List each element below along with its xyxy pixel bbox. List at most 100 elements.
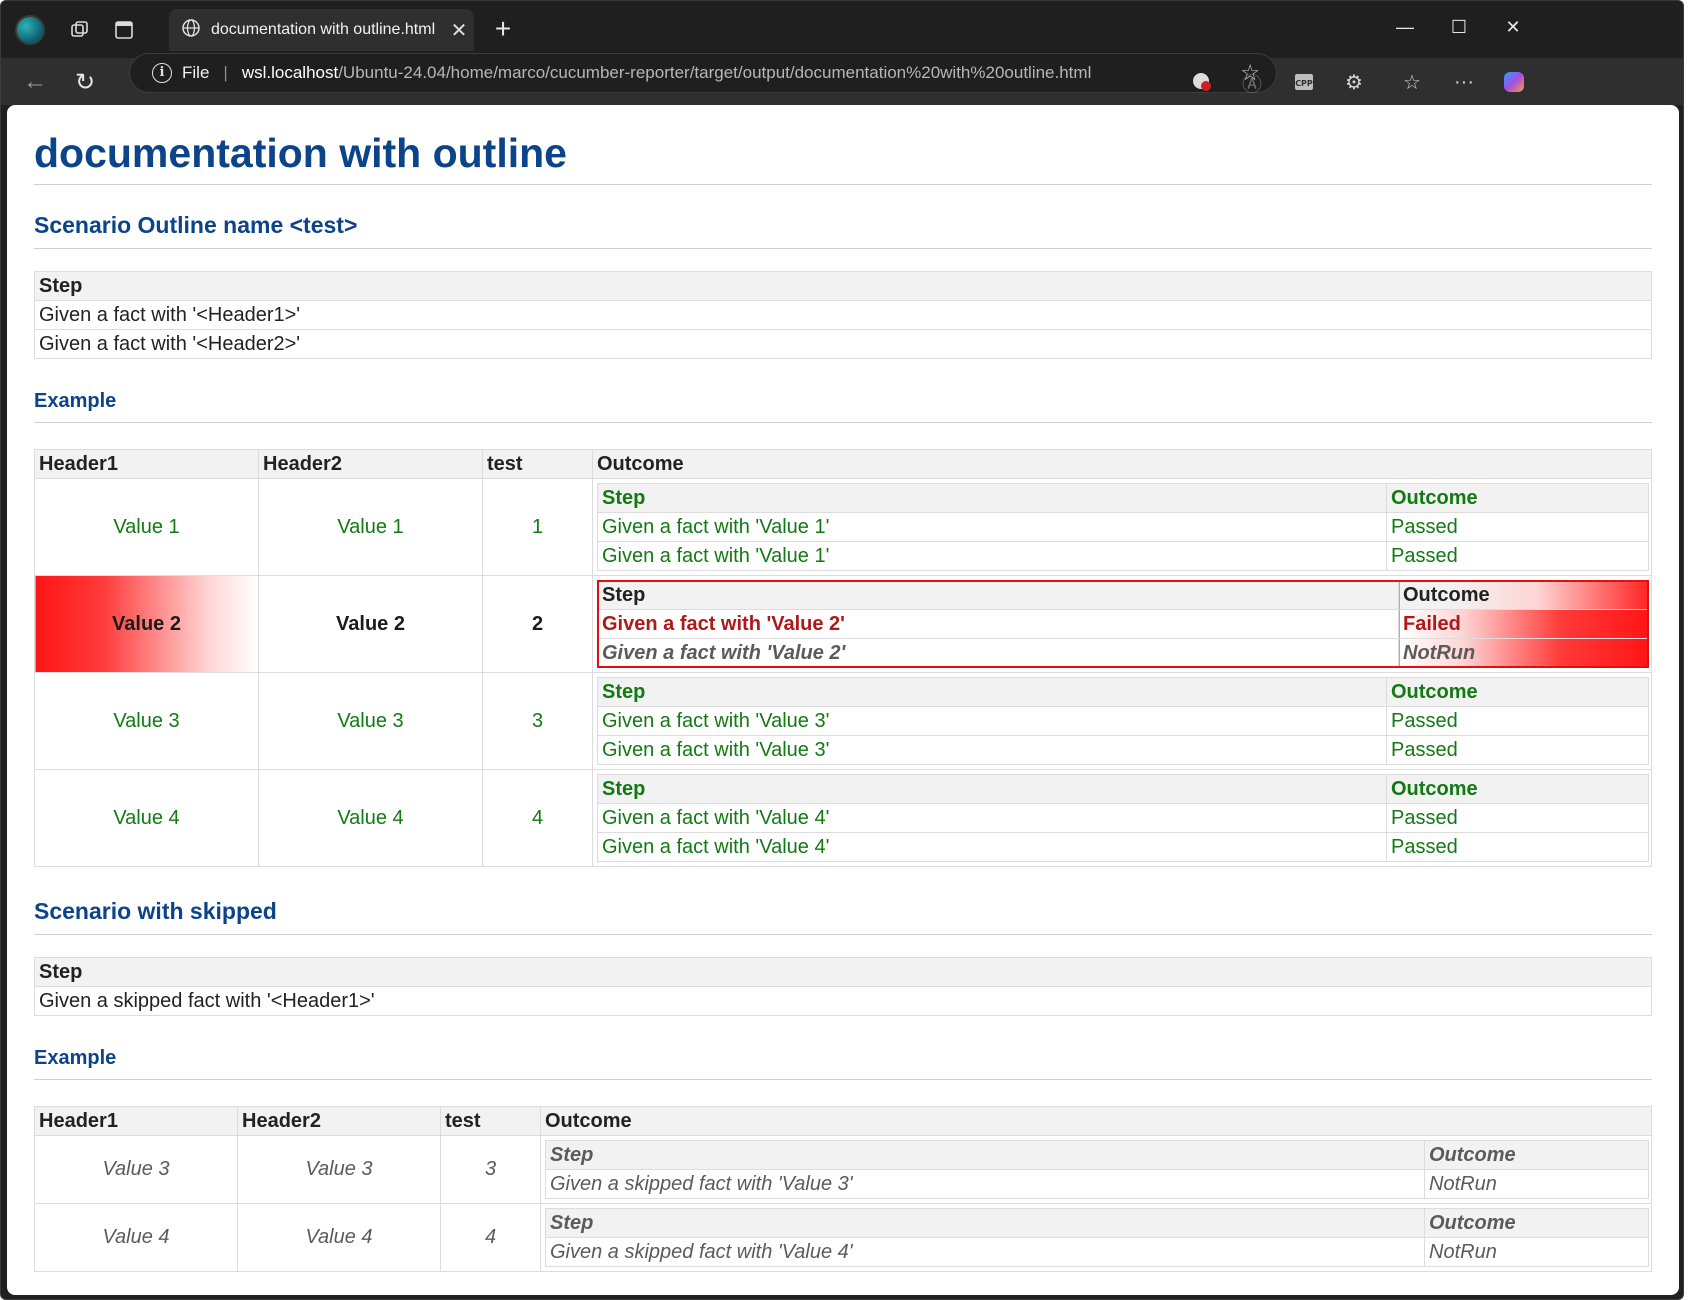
header2-cell: Value 4 — [237, 1203, 441, 1272]
step-text: Given a skipped fact with 'Value 3' — [545, 1169, 1425, 1199]
inner-step-header: Step — [597, 774, 1387, 804]
new-tab-icon[interactable]: + — [487, 14, 519, 44]
profile-avatar-icon[interactable] — [15, 15, 45, 45]
globe-icon — [181, 18, 201, 43]
example-row-passed: Value 3 Value 3 3 Step Outcome Given a f… — [34, 672, 1652, 770]
header1-cell: Value 1 — [34, 478, 259, 576]
header2-column-header: Header2 — [258, 449, 483, 479]
step-outcome: Failed — [1398, 609, 1649, 639]
test-cell: 4 — [440, 1203, 541, 1272]
step-outcome: Passed — [1386, 512, 1649, 542]
inner-outcome-header: Outcome — [1386, 774, 1649, 804]
svg-text:CPP: CPP — [1295, 79, 1313, 88]
header1-cell: Value 3 — [34, 1135, 238, 1204]
step-outcome: NotRun — [1424, 1237, 1649, 1267]
test-cell: 1 — [482, 478, 593, 576]
header2-cell: Value 3 — [237, 1135, 441, 1204]
outcome-column-header: Outcome — [592, 449, 1652, 479]
scenario-steps-table: Step Given a fact with '<Header1>' Given… — [34, 271, 1652, 359]
scenario-outline-heading: Scenario Outline name <test> — [34, 209, 1652, 249]
header2-cell: Value 3 — [258, 672, 483, 770]
reload-icon[interactable]: ↻ — [67, 64, 103, 100]
tab-active[interactable]: documentation with outline.html ✕ — [169, 9, 474, 51]
inner-step-header: Step — [597, 580, 1399, 610]
header1-cell: Value 4 — [34, 769, 259, 867]
inner-step-header: Step — [545, 1140, 1425, 1170]
example-row-failed: Value 2 Value 2 2 Step Outcome Given a f… — [34, 575, 1652, 673]
favorites-icon[interactable]: ☆ — [1395, 66, 1429, 98]
step-row: Given a fact with '<Header1>' — [34, 300, 1652, 330]
header2-cell: Value 2 — [258, 575, 483, 673]
step-row: Given a skipped fact with '<Header1>' — [34, 986, 1652, 1016]
step-results-table: Step Outcome Given a fact with 'Value 3'… — [597, 677, 1649, 765]
more-options-icon[interactable]: ··· — [1447, 66, 1481, 98]
step-column-header: Step — [34, 271, 1652, 301]
outcome-column-header: Outcome — [540, 1106, 1652, 1136]
address-path: /Ubuntu-24.04/home/marco/cucumber-report… — [338, 63, 1092, 82]
header1-cell: Value 2 — [34, 575, 259, 673]
outcome-cell: Step Outcome Given a fact with 'Value 1'… — [592, 478, 1652, 576]
cpp-extension-icon[interactable]: CPP — [1287, 66, 1321, 98]
scenario-skipped-heading: Scenario with skipped — [34, 895, 1652, 935]
outcome-cell: Step Outcome Given a skipped fact with '… — [540, 1203, 1652, 1272]
step-column-header: Step — [34, 957, 1652, 987]
inner-outcome-header: Outcome — [1386, 677, 1649, 707]
step-outcome: Passed — [1386, 735, 1649, 765]
address-host: wsl.localhost — [241, 63, 339, 82]
maximize-icon[interactable]: ☐ — [1432, 9, 1486, 45]
test-cell: 3 — [482, 672, 593, 770]
page-viewport: documentation with outline Scenario Outl… — [7, 105, 1679, 1295]
step-text: Given a fact with 'Value 2' — [597, 638, 1399, 668]
tab-title: documentation with outline.html — [211, 21, 436, 38]
step-text: Given a fact with 'Value 4' — [597, 832, 1387, 862]
test-cell: 4 — [482, 769, 593, 867]
step-text: Given a fact with 'Value 1' — [597, 512, 1387, 542]
extensions-puzzle-icon[interactable]: ⚙ — [1337, 66, 1371, 98]
info-icon[interactable]: i — [152, 63, 172, 83]
test-column-header: test — [482, 449, 593, 479]
example-row-passed: Value 4 Value 4 4 Step Outcome Given a f… — [34, 769, 1652, 867]
back-arrow-icon[interactable]: ← — [17, 64, 53, 100]
step-text: Given a skipped fact with 'Value 4' — [545, 1237, 1425, 1267]
examples-table: Header1 Header2 test Outcome Value 3 Val… — [34, 1106, 1652, 1272]
step-outcome: Passed — [1386, 803, 1649, 833]
step-outcome: NotRun — [1398, 638, 1649, 668]
step-text: Given a fact with 'Value 1' — [597, 541, 1387, 571]
header2-column-header: Header2 — [237, 1106, 441, 1136]
header1-column-header: Header1 — [34, 449, 259, 479]
inner-outcome-header: Outcome — [1386, 483, 1649, 513]
scenario-steps-table: Step Given a skipped fact with '<Header1… — [34, 957, 1652, 1016]
step-outcome: Passed — [1386, 541, 1649, 571]
example-row-skipped: Value 4 Value 4 4 Step Outcome Given a s… — [34, 1203, 1652, 1272]
step-results-table: Step Outcome Given a fact with 'Value 2'… — [597, 580, 1649, 668]
copilot-icon[interactable] — [1497, 66, 1531, 98]
address-separator: | — [223, 63, 228, 82]
test-cell: 2 — [482, 575, 593, 673]
test-column-header: test — [440, 1106, 541, 1136]
document: documentation with outline Scenario Outl… — [34, 125, 1652, 1295]
address-bar[interactable]: i File | wsl.localhost /Ubuntu-24.04/hom… — [129, 53, 1277, 93]
step-text: Given a fact with 'Value 2' — [597, 609, 1399, 639]
header2-cell: Value 1 — [258, 478, 483, 576]
step-text: Given a fact with 'Value 3' — [597, 706, 1387, 736]
example-row-skipped: Value 3 Value 3 3 Step Outcome Given a s… — [34, 1135, 1652, 1204]
window-close-icon[interactable]: ✕ — [1486, 9, 1540, 45]
inner-step-header: Step — [545, 1208, 1425, 1238]
inner-outcome-header: Outcome — [1398, 580, 1649, 610]
tab-close-icon[interactable]: ✕ — [444, 18, 474, 43]
inner-step-header: Step — [597, 677, 1387, 707]
inner-step-header: Step — [597, 483, 1387, 513]
workspaces-icon[interactable] — [65, 15, 95, 45]
browser-toolbar: ← ↻ i File | wsl.localhost /Ubuntu-24.04… — [1, 53, 1683, 105]
outcome-cell: Step Outcome Given a fact with 'Value 2'… — [592, 575, 1652, 673]
tracking-extension-icon[interactable] — [1185, 66, 1219, 98]
inner-outcome-header: Outcome — [1424, 1208, 1649, 1238]
read-aloud-icon[interactable]: Ⓐ — [1235, 66, 1269, 98]
header1-cell: Value 4 — [34, 1203, 238, 1272]
step-results-table: Step Outcome Given a skipped fact with '… — [545, 1140, 1649, 1199]
test-cell: 3 — [440, 1135, 541, 1204]
vertical-tabs-icon[interactable] — [109, 15, 139, 45]
minimize-icon[interactable]: — — [1378, 9, 1432, 45]
step-row: Given a fact with '<Header2>' — [34, 329, 1652, 359]
example-heading: Example — [34, 1044, 1652, 1080]
